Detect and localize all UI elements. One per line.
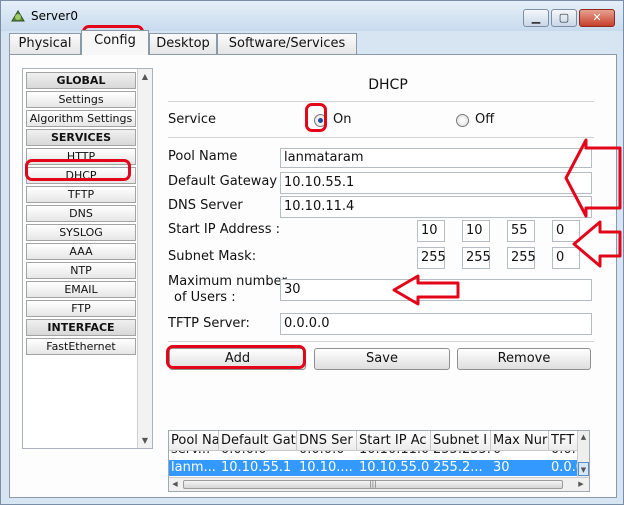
- table-header: Pool Na Default Gat DNS Ser Start IP Ac Subn…: [169, 431, 579, 451]
- sidebar-item-dns[interactable]: DNS: [26, 205, 136, 222]
- page-title: DHCP: [368, 77, 408, 93]
- tftp-server-field[interactable]: 0.0.0.0: [280, 313, 592, 335]
- table-cell: 0.0.0: [551, 460, 579, 475]
- subnet-octet-1[interactable]: 255: [417, 247, 446, 269]
- table-vertical-scrollbar[interactable]: ▲ ▼: [577, 431, 589, 477]
- sidebar-item-syslog[interactable]: SYSLOG: [26, 224, 136, 241]
- start-ip-octet-4[interactable]: 0: [552, 220, 580, 242]
- table-cell: 255.255...: [431, 451, 491, 458]
- maximize-button[interactable]: ▢: [551, 9, 577, 27]
- subnet-octet-3[interactable]: 255: [507, 247, 536, 269]
- sidebar-item-http[interactable]: HTTP: [26, 148, 136, 165]
- sidebar-scrollbar[interactable]: ▲ ▼: [137, 69, 152, 448]
- tab-desktop[interactable]: Desktop: [149, 33, 217, 55]
- scroll-thumb[interactable]: |||: [183, 480, 563, 489]
- tftp-server-label: TFTP Server:: [168, 316, 250, 331]
- max-users-label-line2: of Users :: [174, 290, 236, 305]
- table-cell: 10.10.55.0: [359, 460, 430, 475]
- config-panel: GLOBAL Settings Algorithm Settings SERVICES…: [9, 54, 617, 498]
- pool-name-label: Pool Name: [168, 149, 238, 164]
- table-cell: 0.0.0.0: [219, 451, 297, 458]
- table-cell: lanm...: [171, 460, 216, 475]
- column-header[interactable]: Start IP Ac: [357, 431, 431, 451]
- service-off-label: Off: [475, 112, 495, 127]
- divider: [168, 101, 594, 102]
- tab-software-services[interactable]: Software/Services: [217, 33, 357, 55]
- max-users-label: Maximum number: [168, 274, 287, 289]
- start-ip-octet-3[interactable]: 55: [507, 220, 535, 242]
- service-on-radio[interactable]: [314, 114, 327, 127]
- save-button[interactable]: Save: [314, 348, 450, 370]
- table-cell: 10.10.55.1: [221, 460, 292, 475]
- column-header[interactable]: TFT: [549, 431, 579, 451]
- subnet-mask-label: Subnet Mask:: [168, 249, 257, 264]
- sidebar-header-interface: INTERFACE: [26, 319, 136, 336]
- column-header[interactable]: Max Nur: [491, 431, 549, 451]
- tab-physical[interactable]: Physical: [9, 33, 81, 55]
- sidebar-item-tftp[interactable]: TFTP: [26, 186, 136, 203]
- pool-table: Pool Na Default Gat DNS Ser Start IP Ac Subn…: [168, 430, 590, 492]
- sidebar-item-fastethernet[interactable]: FastEthernet: [26, 338, 136, 355]
- divider: [168, 137, 594, 138]
- config-sidebar: GLOBAL Settings Algorithm Settings SERVICES…: [22, 68, 153, 449]
- dns-server-label: DNS Server: [168, 198, 243, 213]
- dhcp-panel: DHCP Service On Off Pool Name lanmataram…: [168, 68, 608, 492]
- scroll-down-icon[interactable]: ▼: [138, 433, 152, 448]
- sidebar-header-services: SERVICES: [26, 129, 136, 146]
- radio-selected-dot: [318, 118, 323, 123]
- table-cell: 30: [493, 460, 510, 475]
- sidebar-item-email[interactable]: EMAIL: [26, 281, 136, 298]
- scroll-right-icon[interactable]: ▶: [575, 478, 587, 491]
- minimize-button[interactable]: ▁: [523, 9, 549, 27]
- table-cell: 10.10.11.0: [357, 451, 431, 458]
- table-cell: 0: [491, 451, 549, 458]
- default-gateway-label: Default Gateway: [168, 174, 278, 189]
- divider: [168, 341, 594, 342]
- column-header[interactable]: DNS Ser: [297, 431, 357, 451]
- start-ip-octet-2[interactable]: 10: [462, 220, 490, 242]
- max-users-field[interactable]: 30: [280, 279, 592, 301]
- column-header[interactable]: Subnet I: [431, 431, 491, 451]
- sidebar-item-dhcp[interactable]: DHCP: [26, 167, 136, 184]
- table-cell: 0.0.0.0: [297, 451, 357, 458]
- sidebar-header-global: GLOBAL: [26, 72, 136, 89]
- column-header[interactable]: Default Gat: [219, 431, 297, 451]
- tab-config[interactable]: Config: [81, 30, 149, 55]
- table-cell: 0.0.0.: [549, 451, 579, 458]
- close-button[interactable]: ✕: [579, 9, 615, 27]
- scroll-left-icon[interactable]: ◀: [169, 478, 181, 491]
- start-ip-octet-1[interactable]: 10: [417, 220, 445, 242]
- table-horizontal-scrollbar[interactable]: ◀ ||| ▶: [169, 477, 589, 491]
- service-label: Service: [168, 112, 217, 127]
- sidebar-item-ftp[interactable]: FTP: [26, 300, 136, 317]
- service-on-label: On: [333, 112, 352, 127]
- service-off-radio[interactable]: [456, 114, 469, 127]
- scroll-up-icon[interactable]: ▲: [138, 69, 152, 84]
- table-cell: 10.10....: [299, 460, 353, 475]
- server-app-icon: [11, 10, 25, 22]
- table-cell: serv...: [169, 451, 219, 458]
- table-row[interactable]: serv...0.0.0.00.0.0.010.10.11.0255.255..…: [169, 451, 579, 459]
- table-cell: 255.2...: [433, 460, 483, 475]
- scroll-up-icon[interactable]: ▲: [578, 431, 589, 443]
- subnet-octet-2[interactable]: 255: [462, 247, 491, 269]
- remove-button[interactable]: Remove: [457, 348, 591, 370]
- column-header[interactable]: Pool Na: [169, 431, 219, 451]
- scroll-down-icon[interactable]: ▼: [578, 462, 589, 476]
- window-title: Server0: [31, 9, 78, 23]
- add-button[interactable]: Add: [169, 348, 306, 370]
- sidebar-item-algorithm-settings[interactable]: Algorithm Settings: [26, 110, 136, 127]
- pool-name-field[interactable]: lanmataram: [280, 148, 592, 168]
- dns-server-field[interactable]: 10.10.11.4: [280, 196, 592, 218]
- default-gateway-field[interactable]: 10.10.55.1: [280, 172, 592, 194]
- sidebar-item-ntp[interactable]: NTP: [26, 262, 136, 279]
- sidebar-item-settings[interactable]: Settings: [26, 91, 136, 108]
- server-window: Server0 ▁ ▢ ✕ Physical Config Desktop So…: [0, 0, 624, 505]
- tab-bar: Physical Config Desktop Software/Service…: [9, 30, 617, 55]
- sidebar-item-aaa[interactable]: AAA: [26, 243, 136, 260]
- table-row-selected[interactable]: lanm... 10.10.55.1 10.10.... 10.10.55.0 255.…: [169, 460, 579, 476]
- title-bar[interactable]: Server0 ▁ ▢ ✕: [1, 1, 623, 31]
- subnet-octet-4[interactable]: 0: [552, 247, 580, 269]
- start-ip-label: Start IP Address :: [168, 222, 280, 237]
